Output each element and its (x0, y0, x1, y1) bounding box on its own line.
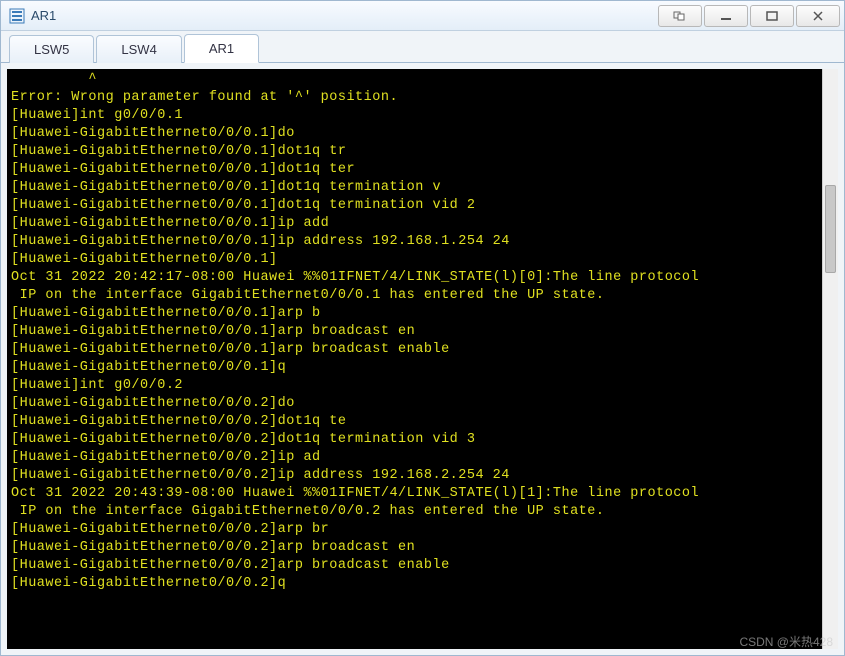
window-title: AR1 (31, 8, 656, 23)
scrollbar[interactable] (822, 69, 838, 649)
minimize-button[interactable] (704, 5, 748, 27)
tab-label: LSW4 (121, 42, 156, 57)
tab-label: AR1 (209, 41, 234, 56)
aux-button[interactable] (658, 5, 702, 27)
tabbar: LSW5 LSW4 AR1 (1, 31, 844, 63)
tab-lsw5[interactable]: LSW5 (9, 35, 94, 63)
maximize-button[interactable] (750, 5, 794, 27)
close-button[interactable] (796, 5, 840, 27)
tab-label: LSW5 (34, 42, 69, 57)
scrollbar-thumb[interactable] (825, 185, 836, 273)
window-controls (656, 5, 840, 27)
titlebar: AR1 (1, 1, 844, 31)
terminal-output[interactable]: ^ Error: Wrong parameter found at '^' po… (7, 69, 838, 649)
terminal-container: ^ Error: Wrong parameter found at '^' po… (1, 63, 844, 655)
app-window: AR1 LSW5 LSW4 AR1 ^ Error: Wrong paramet… (0, 0, 845, 656)
tab-ar1[interactable]: AR1 (184, 34, 259, 63)
app-icon (9, 8, 25, 24)
tab-lsw4[interactable]: LSW4 (96, 35, 181, 63)
